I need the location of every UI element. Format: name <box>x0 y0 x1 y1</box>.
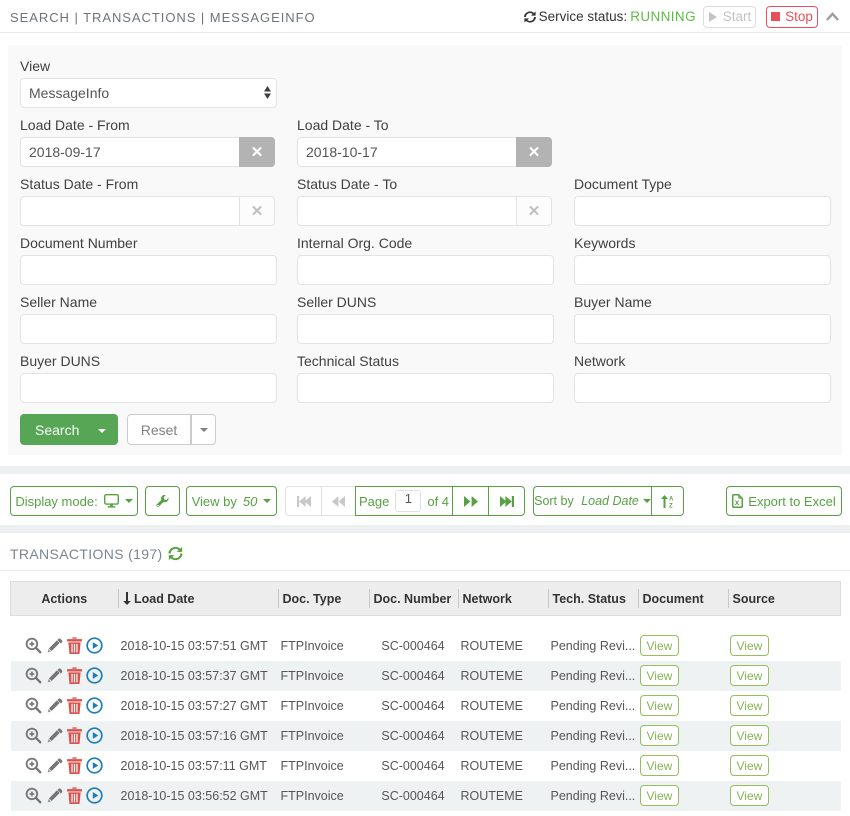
svg-text:Z: Z <box>669 503 673 508</box>
svg-text:x: x <box>735 498 740 507</box>
svg-text:A: A <box>669 496 674 502</box>
